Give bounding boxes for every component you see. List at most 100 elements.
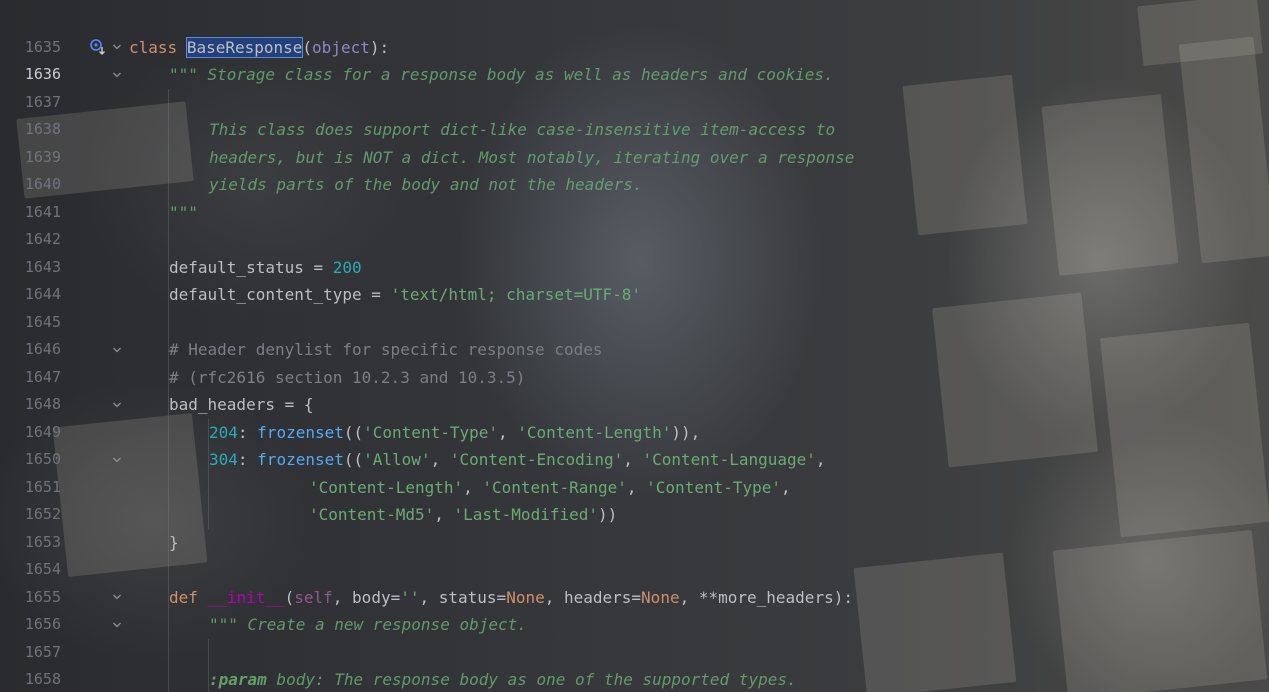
code-text: This class does support dict-like case-i… [209, 116, 835, 144]
code-text: # Header denylist for specific response … [169, 336, 602, 364]
code-editor[interactable]: 1635 1636 class BaseResponse(object): 16… [0, 0, 1269, 692]
parameter: , status= [419, 587, 507, 607]
code-text: 'Content-Length', 'Content-Range', 'Cont… [309, 474, 791, 502]
comment: # Header denylist for specific response … [169, 340, 603, 359]
identifier: default_status [169, 257, 304, 277]
code-line[interactable]: 1635 [0, 6, 1269, 56]
chevron-down-icon[interactable] [110, 34, 124, 62]
code-text: """ Create a new response object. [209, 611, 527, 639]
parameter: , body= [332, 587, 401, 607]
punctuation: ): [369, 37, 390, 57]
code-line[interactable]: 1651 304: frozenset(('Allow', 'Content-E… [0, 446, 1269, 496]
code-text: class BaseResponse(object): [129, 34, 389, 62]
docstring: headers, but is NOT a dict. Most notably… [209, 147, 855, 167]
code-line[interactable]: 1648 # (rfc2616 section 10.2.3 and 10.3.… [0, 364, 1269, 414]
string-literal: 'Content-Encoding' [449, 450, 624, 469]
string-literal: 'Content-Type' [646, 477, 782, 497]
code-line[interactable]: 1656 def __init__(self, body='', status=… [0, 584, 1269, 634]
docstring: This class does support dict-like case-i… [209, 120, 836, 139]
punctuation: , [430, 450, 450, 469]
chevron-down-icon[interactable] [110, 336, 124, 364]
punctuation: , [463, 477, 483, 497]
code-line[interactable]: 1643 [0, 226, 1269, 276]
code-text: 304: frozenset(('Allow', 'Content-Encodi… [209, 446, 826, 474]
identifier: default_content_type [169, 285, 362, 304]
code-text: def __init__(self, body='', status=None,… [169, 584, 853, 612]
code-line[interactable]: 1637 """ Storage class for a response bo… [0, 61, 1269, 111]
code-line[interactable]: 1646 [0, 309, 1269, 358]
code-line[interactable]: 1640 headers, but is NOT a dict. Most no… [0, 144, 1269, 194]
code-line[interactable]: 1657 """ Create a new response object. [0, 611, 1269, 661]
operator: = [361, 285, 391, 304]
comment: # (rfc2616 section 10.2.3 and 10.3.5) [169, 367, 526, 387]
code-line[interactable]: 1655 [0, 556, 1269, 606]
operator: = { [274, 395, 314, 414]
punctuation: ( [302, 37, 313, 57]
punctuation: (( [343, 450, 364, 469]
code-line[interactable]: 1645 default_content_type = 'text/html; … [0, 281, 1269, 331]
code-line[interactable]: 1659 :param body: The response body as o… [0, 666, 1269, 692]
punctuation: ( [284, 587, 295, 607]
chevron-down-icon[interactable] [110, 446, 124, 474]
punctuation: )), [671, 422, 701, 442]
string-literal: 'Last-Modified' [453, 505, 599, 524]
punctuation: (( [343, 422, 364, 442]
parameter: , headers= [544, 587, 642, 607]
code-line[interactable]: 1649 bad_headers = { [0, 391, 1269, 441]
code-text: """ Storage class for a response body as… [169, 61, 834, 89]
string-literal: '' [400, 587, 420, 607]
code-line[interactable]: 1644 default_status = 200 [0, 254, 1269, 304]
string-literal: 'Content-Type' [363, 422, 498, 442]
docstring: """ [169, 202, 198, 222]
code-text: # (rfc2616 section 10.2.3 and 10.3.5) [169, 364, 525, 392]
code-line[interactable]: 1636 class BaseResponse(object): [0, 34, 1269, 83]
chevron-down-icon[interactable] [110, 584, 124, 612]
punctuation: )) [598, 505, 618, 524]
string-literal: 'Content-Md5' [309, 505, 435, 524]
punctuation: , [498, 422, 518, 442]
string-literal: 'Content-Language' [642, 450, 816, 469]
code-text: 'Content-Md5', 'Last-Modified')) [309, 501, 617, 529]
base-class: object [312, 37, 370, 57]
punctuation: , [626, 477, 647, 497]
string-literal: 'Allow' [363, 450, 431, 469]
code-text: :param body: The response body as one of… [209, 666, 797, 692]
code-line[interactable]: 1647 # Header denylist for specific resp… [0, 336, 1269, 386]
code-line[interactable]: 1642 """ [0, 199, 1269, 249]
code-line[interactable]: 1653 'Content-Md5', 'Last-Modified')) [0, 501, 1269, 551]
function-call: frozenset [257, 450, 344, 469]
punctuation: } [169, 532, 179, 552]
chevron-down-icon[interactable] [110, 391, 124, 419]
string-literal: 'text/html; charset=UTF-8' [390, 285, 642, 304]
chevron-down-icon[interactable] [110, 611, 124, 639]
code-text: default_content_type = 'text/html; chars… [169, 281, 641, 309]
code-line[interactable]: 1654 } [0, 529, 1269, 579]
keyword: def [169, 587, 198, 607]
function-name: __init__ [207, 587, 285, 607]
punctuation: , [815, 450, 826, 469]
punctuation: : [237, 422, 258, 442]
code-text: headers, but is NOT a dict. Most notably… [209, 144, 854, 172]
punctuation: : [237, 450, 258, 469]
code-line[interactable]: 1658 [0, 639, 1269, 688]
code-text: 204: frozenset(('Content-Type', 'Content… [209, 419, 700, 447]
code-line[interactable]: 1652 'Content-Length', 'Content-Range', … [0, 474, 1269, 524]
punctuation: , [434, 505, 454, 524]
self-param: self [294, 587, 333, 607]
code-text: yields parts of the body and not the hea… [209, 171, 642, 199]
code-line[interactable]: 1650 204: frozenset(('Content-Type', 'Co… [0, 419, 1269, 469]
code-line[interactable]: 1639 This class does support dict-like c… [0, 116, 1269, 166]
code-line[interactable]: 1638 [0, 89, 1269, 138]
class-name-selected[interactable]: BaseResponse [185, 36, 304, 58]
code-line[interactable]: 1641 yields parts of the body and not th… [0, 171, 1269, 221]
implemented-override-icon[interactable] [88, 34, 108, 62]
keyword: None [506, 587, 545, 607]
chevron-down-icon[interactable] [110, 61, 124, 89]
string-literal: 'Content-Length' [309, 477, 464, 497]
docstring: """ Storage class for a response body as… [169, 65, 834, 84]
number-literal: 304 [209, 450, 238, 469]
docstring-tag: :param [209, 670, 267, 689]
code-text: default_status = 200 [169, 254, 362, 282]
string-literal: 'Content-Length' [517, 422, 672, 442]
punctuation: , [781, 477, 791, 497]
